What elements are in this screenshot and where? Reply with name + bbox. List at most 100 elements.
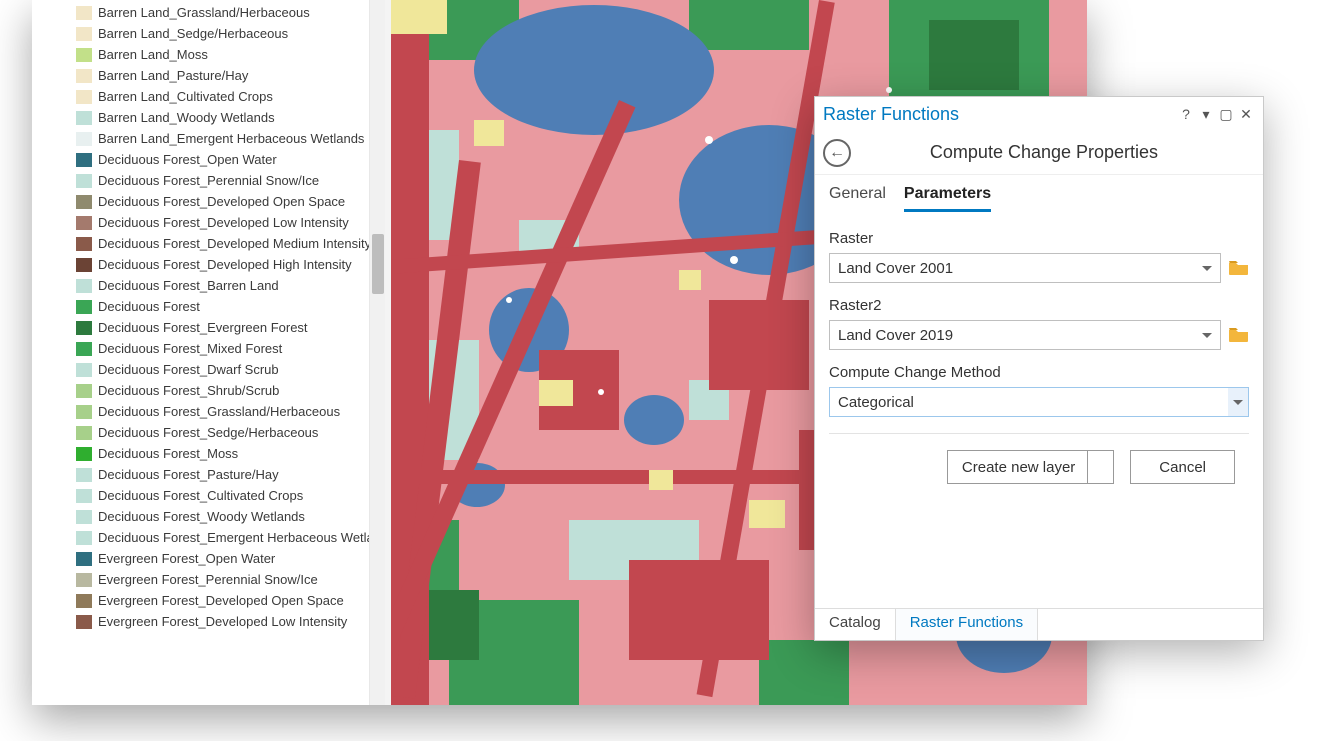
legend-label: Deciduous Forest_Developed Open Space bbox=[98, 191, 345, 212]
legend-item[interactable]: Barren Land_Moss bbox=[76, 44, 369, 65]
legend-item[interactable]: Deciduous Forest_Dwarf Scrub bbox=[76, 359, 369, 380]
cancel-button[interactable]: Cancel bbox=[1130, 450, 1235, 484]
select-raster-value: Land Cover 2001 bbox=[838, 260, 953, 277]
raster-functions-dialog: Raster Functions ? ▾ ▢ ✕ ← Compute Chang… bbox=[814, 96, 1264, 641]
label-raster: Raster bbox=[829, 230, 1249, 247]
legend-label: Deciduous Forest_Developed Low Intensity bbox=[98, 212, 349, 233]
legend-swatch bbox=[76, 111, 92, 125]
dialog-titlebar: Raster Functions ? ▾ ▢ ✕ bbox=[815, 97, 1263, 131]
back-arrow-icon: ← bbox=[829, 145, 845, 161]
legend-item[interactable]: Deciduous Forest_Shrub/Scrub bbox=[76, 380, 369, 401]
legend-label: Barren Land_Pasture/Hay bbox=[98, 65, 248, 86]
tab-parameters[interactable]: Parameters bbox=[904, 185, 991, 212]
legend-swatch bbox=[76, 342, 92, 356]
legend-item[interactable]: Deciduous Forest_Perennial Snow/Ice bbox=[76, 170, 369, 191]
legend-item[interactable]: Barren Land_Sedge/Herbaceous bbox=[76, 23, 369, 44]
legend-swatch bbox=[76, 594, 92, 608]
legend-label: Deciduous Forest bbox=[98, 296, 200, 317]
dialog-subtitle: Compute Change Properties bbox=[861, 142, 1227, 163]
legend-item[interactable]: Barren Land_Woody Wetlands bbox=[76, 107, 369, 128]
chevron-down-icon bbox=[1202, 333, 1212, 338]
legend-swatch bbox=[76, 531, 92, 545]
legend-item[interactable]: Evergreen Forest_Open Water bbox=[76, 548, 369, 569]
legend-item[interactable]: Barren Land_Cultivated Crops bbox=[76, 86, 369, 107]
legend-label: Deciduous Forest_Developed Medium Intens… bbox=[98, 233, 369, 254]
dialog-body: Raster Land Cover 2001 Raster2 Land Cove… bbox=[815, 212, 1263, 608]
legend-label: Barren Land_Woody Wetlands bbox=[98, 107, 275, 128]
legend-label: Deciduous Forest_Grassland/Herbaceous bbox=[98, 401, 340, 422]
create-new-layer-button[interactable]: Create new layer bbox=[947, 450, 1114, 484]
legend-label: Deciduous Forest_Pasture/Hay bbox=[98, 464, 279, 485]
legend-item[interactable]: Deciduous Forest_Emergent Herbaceous Wet… bbox=[76, 527, 369, 548]
legend-item[interactable]: Deciduous Forest_Pasture/Hay bbox=[76, 464, 369, 485]
legend-item[interactable]: Deciduous Forest_Open Water bbox=[76, 149, 369, 170]
legend-item[interactable]: Deciduous Forest_Developed Open Space bbox=[76, 191, 369, 212]
legend-label: Deciduous Forest_Shrub/Scrub bbox=[98, 380, 279, 401]
legend-label: Deciduous Forest_Barren Land bbox=[98, 275, 279, 296]
chevron-down-icon bbox=[1202, 266, 1212, 271]
legend-item[interactable]: Barren Land_Grassland/Herbaceous bbox=[76, 2, 369, 23]
legend-label: Barren Land_Moss bbox=[98, 44, 208, 65]
legend-item[interactable]: Evergreen Forest_Developed Low Intensity bbox=[76, 611, 369, 632]
legend-item[interactable]: Deciduous Forest_Developed Medium Intens… bbox=[76, 233, 369, 254]
legend-item[interactable]: Evergreen Forest_Developed Open Space bbox=[76, 590, 369, 611]
legend-item[interactable]: Deciduous Forest_Moss bbox=[76, 443, 369, 464]
legend-item[interactable]: Deciduous Forest_Cultivated Crops bbox=[76, 485, 369, 506]
dialog-tabs: General Parameters bbox=[815, 175, 1263, 212]
select-raster[interactable]: Land Cover 2001 bbox=[829, 253, 1221, 283]
legend-label: Deciduous Forest_Emergent Herbaceous Wet… bbox=[98, 527, 369, 548]
browse-folder-icon[interactable] bbox=[1229, 327, 1249, 343]
tab-general[interactable]: General bbox=[829, 185, 886, 212]
close-icon[interactable]: ✕ bbox=[1237, 106, 1255, 123]
legend-item[interactable]: Evergreen Forest_Perennial Snow/Ice bbox=[76, 569, 369, 590]
bottom-tab-raster-functions[interactable]: Raster Functions bbox=[895, 609, 1038, 640]
legend-swatch bbox=[76, 489, 92, 503]
maximize-icon[interactable]: ▢ bbox=[1217, 106, 1235, 123]
legend-item[interactable]: Deciduous Forest_Evergreen Forest bbox=[76, 317, 369, 338]
create-button-label: Create new layer bbox=[962, 459, 1075, 476]
select-raster2-value: Land Cover 2019 bbox=[838, 327, 953, 344]
label-method: Compute Change Method bbox=[829, 364, 1249, 381]
legend-label: Deciduous Forest_Mixed Forest bbox=[98, 338, 282, 359]
browse-folder-icon[interactable] bbox=[1229, 260, 1249, 276]
legend-panel: Barren Land_Grassland/HerbaceousBarren L… bbox=[32, 0, 385, 705]
legend-label: Deciduous Forest_Developed High Intensit… bbox=[98, 254, 352, 275]
legend-list[interactable]: Barren Land_Grassland/HerbaceousBarren L… bbox=[32, 0, 369, 705]
legend-label: Deciduous Forest_Evergreen Forest bbox=[98, 317, 308, 338]
legend-scrollbar[interactable] bbox=[369, 0, 385, 705]
legend-swatch bbox=[76, 573, 92, 587]
legend-item[interactable]: Barren Land_Pasture/Hay bbox=[76, 65, 369, 86]
legend-label: Evergreen Forest_Developed Open Space bbox=[98, 590, 344, 611]
legend-item[interactable]: Deciduous Forest_Sedge/Herbaceous bbox=[76, 422, 369, 443]
legend-swatch bbox=[76, 258, 92, 272]
legend-item[interactable]: Deciduous Forest_Grassland/Herbaceous bbox=[76, 401, 369, 422]
bottom-tab-catalog[interactable]: Catalog bbox=[815, 609, 895, 640]
legend-swatch bbox=[76, 69, 92, 83]
back-button[interactable]: ← bbox=[823, 139, 851, 167]
legend-swatch bbox=[76, 321, 92, 335]
legend-item[interactable]: Deciduous Forest_Developed Low Intensity bbox=[76, 212, 369, 233]
legend-scroll-thumb[interactable] bbox=[372, 234, 384, 294]
select-method[interactable]: Categorical bbox=[829, 387, 1249, 417]
legend-label: Deciduous Forest_Open Water bbox=[98, 149, 277, 170]
legend-swatch bbox=[76, 510, 92, 524]
legend-item[interactable]: Barren Land_Emergent Herbaceous Wetlands bbox=[76, 128, 369, 149]
help-icon[interactable]: ? bbox=[1177, 106, 1195, 122]
select-method-value: Categorical bbox=[838, 394, 914, 411]
dialog-actions: Create new layer Cancel bbox=[829, 450, 1249, 500]
legend-swatch bbox=[76, 195, 92, 209]
legend-swatch bbox=[76, 468, 92, 482]
menu-caret-icon[interactable]: ▾ bbox=[1197, 106, 1215, 123]
legend-item[interactable]: Deciduous Forest_Woody Wetlands bbox=[76, 506, 369, 527]
legend-label: Barren Land_Emergent Herbaceous Wetlands bbox=[98, 128, 364, 149]
legend-item[interactable]: Deciduous Forest_Mixed Forest bbox=[76, 338, 369, 359]
legend-swatch bbox=[76, 384, 92, 398]
legend-item[interactable]: Deciduous Forest_Barren Land bbox=[76, 275, 369, 296]
legend-item[interactable]: Deciduous Forest_Developed High Intensit… bbox=[76, 254, 369, 275]
legend-item[interactable]: Deciduous Forest bbox=[76, 296, 369, 317]
legend-label: Evergreen Forest_Perennial Snow/Ice bbox=[98, 569, 318, 590]
legend-swatch bbox=[76, 237, 92, 251]
legend-label: Deciduous Forest_Woody Wetlands bbox=[98, 506, 305, 527]
select-raster2[interactable]: Land Cover 2019 bbox=[829, 320, 1221, 350]
legend-label: Barren Land_Sedge/Herbaceous bbox=[98, 23, 288, 44]
